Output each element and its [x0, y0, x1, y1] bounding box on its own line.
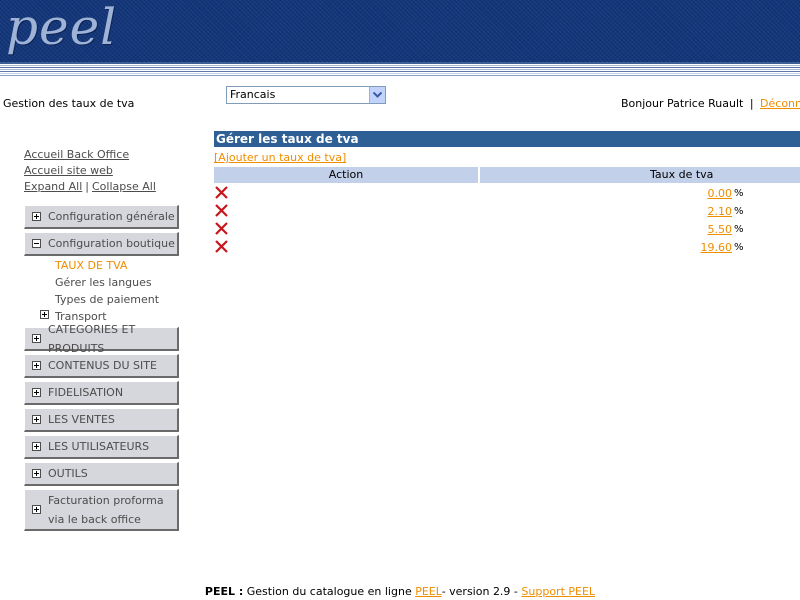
peel-logo: peel	[6, 0, 118, 56]
menu-label: FIDELISATION	[48, 386, 124, 399]
menu-facturation-proforma[interactable]: Facturation proforma via le back office	[24, 489, 179, 531]
footer-brand: PEEL :	[204, 585, 244, 598]
header-stripes	[0, 62, 800, 78]
menu-contenus-site[interactable]: CONTENUS DU SITE	[24, 354, 179, 378]
footer-version: - version 2.9 -	[441, 585, 518, 598]
expand-all-link[interactable]: Expand All	[24, 180, 82, 193]
menu-label: LES VENTES	[48, 413, 115, 426]
back-office-home-link[interactable]: Accueil Back Office	[24, 148, 129, 161]
plus-box-icon	[32, 388, 41, 397]
footer-text: Gestion du catalogue en ligne	[246, 585, 412, 598]
delete-icon[interactable]	[215, 222, 228, 235]
menu-fidelisation[interactable]: FIDELISATION	[24, 381, 179, 405]
menu-les-ventes[interactable]: LES VENTES	[24, 408, 179, 432]
plus-box-icon	[32, 505, 41, 514]
menu-label: Configuration boutique	[48, 237, 175, 250]
submenu-taux-de-tva[interactable]: TAUX DE TVA	[55, 259, 127, 272]
greeting: Bonjour Patrice Ruault | Déconnexion	[621, 97, 800, 110]
site-home-link[interactable]: Accueil site web	[24, 164, 113, 177]
nav-top-links: Accueil Back Office Accueil site web Exp…	[24, 147, 156, 195]
menu-outils[interactable]: OUTILS	[24, 462, 179, 486]
vat-rate-link[interactable]: 19.60	[660, 241, 733, 254]
add-vat-rate-link[interactable]: [Ajouter un taux de tva]	[214, 151, 346, 164]
column-header-rate: Taux de tva	[480, 167, 800, 183]
greeting-separator: |	[749, 97, 754, 110]
plus-box-icon	[32, 442, 41, 451]
chevron-down-icon[interactable]	[369, 87, 385, 103]
vat-rate-link[interactable]: 5.50	[660, 223, 733, 236]
plus-box-icon[interactable]	[40, 310, 49, 319]
collapse-all-link[interactable]: Collapse All	[92, 180, 156, 193]
language-select[interactable]: Francais	[226, 86, 386, 104]
header-banner: peel	[0, 0, 800, 62]
menu-label: LES UTILISATEURS	[48, 440, 150, 453]
plus-box-icon	[32, 469, 41, 478]
menu-label: CONTENUS DU SITE	[48, 359, 157, 372]
greeting-text: Bonjour Patrice Ruault	[621, 97, 744, 110]
minus-box-icon	[32, 239, 41, 248]
menu-categories-produits[interactable]: CATEGORIES ET PRODUITS	[24, 323, 179, 355]
menu-les-utilisateurs[interactable]: LES UTILISATEURS	[24, 435, 179, 459]
vat-rate-link[interactable]: 2.10	[660, 205, 733, 218]
percent-sign: %	[734, 188, 744, 199]
percent-sign: %	[734, 206, 744, 217]
delete-icon[interactable]	[215, 240, 228, 253]
percent-sign: %	[734, 242, 744, 253]
expand-collapse-separator: |	[85, 180, 89, 193]
menu-label: CATEGORIES ET PRODUITS	[48, 322, 136, 355]
footer-support-link[interactable]: Support PEEL	[521, 585, 595, 598]
panel-title: Gérer les taux de tva	[214, 131, 800, 147]
page-heading: Gestion des taux de tva	[3, 97, 135, 110]
delete-icon[interactable]	[215, 186, 228, 199]
footer: PEEL : Gestion du catalogue en ligne PEE…	[0, 585, 800, 598]
plus-box-icon	[32, 212, 41, 221]
menu-configuration-boutique[interactable]: Configuration boutique	[24, 232, 179, 256]
vat-rate-link[interactable]: 0.00	[660, 187, 733, 200]
submenu-gerer-langues[interactable]: Gérer les langues	[55, 276, 152, 289]
delete-icon[interactable]	[215, 204, 228, 217]
language-select-value: Francais	[230, 88, 276, 101]
footer-peel-link[interactable]: PEEL	[415, 585, 441, 598]
column-header-action: Action	[214, 167, 478, 183]
logout-link[interactable]: Déconnexion	[760, 97, 800, 110]
plus-box-icon	[32, 415, 41, 424]
menu-label: OUTILS	[48, 467, 88, 480]
menu-label: Configuration générale	[48, 210, 175, 223]
menu-label: Facturation proforma via le back office	[48, 493, 164, 526]
plus-box-icon	[32, 361, 41, 370]
percent-sign: %	[734, 224, 744, 235]
submenu-types-paiement[interactable]: Types de paiement	[55, 293, 159, 306]
menu-configuration-generale[interactable]: Configuration générale	[24, 205, 179, 229]
plus-box-icon	[32, 334, 41, 343]
